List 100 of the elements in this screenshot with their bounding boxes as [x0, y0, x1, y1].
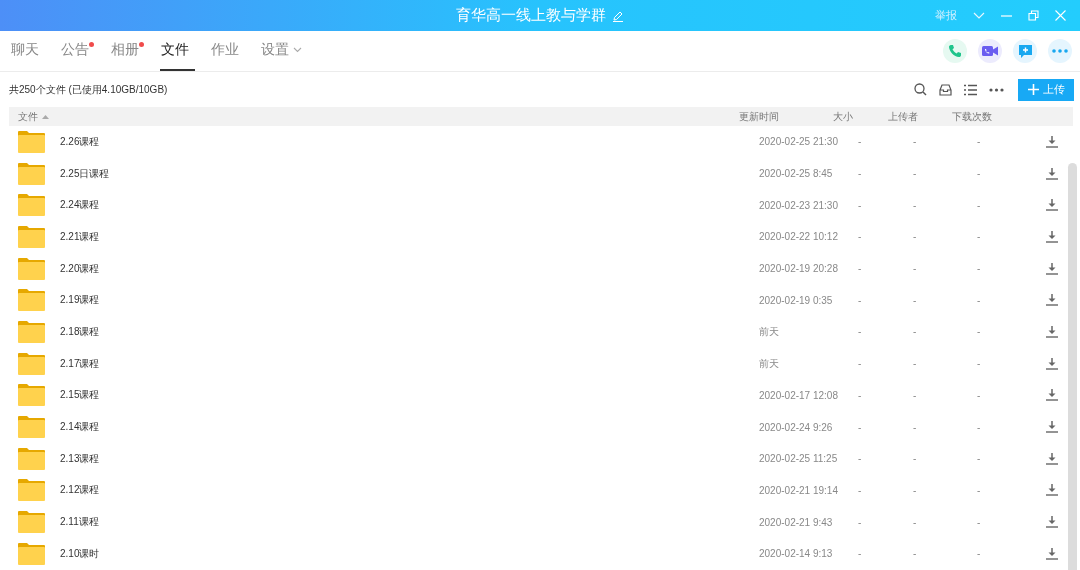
download-icon[interactable]	[1046, 452, 1058, 465]
video-call-button[interactable]	[978, 39, 1002, 63]
table-cell-text: -	[976, 516, 982, 528]
table-cell-text: -	[857, 136, 863, 148]
table-cell-text: -	[857, 326, 863, 338]
scrollbar[interactable]	[1068, 163, 1077, 570]
file-name[interactable]: 2.19课程	[60, 293, 759, 308]
video-camera-icon	[982, 45, 998, 57]
table-cell-text: -	[912, 136, 918, 148]
table-cell-text: -	[976, 326, 982, 338]
table-cell-text: -	[857, 294, 863, 306]
download-icon[interactable]	[1046, 167, 1058, 180]
file-name[interactable]: 2.21课程	[60, 229, 759, 244]
folder-icon	[18, 130, 45, 153]
table-cell-text: -	[912, 199, 918, 211]
folder-icon	[18, 162, 45, 185]
download-icon[interactable]	[1046, 421, 1058, 434]
download-icon[interactable]	[1046, 325, 1058, 338]
table-cell-text: -	[912, 358, 918, 370]
notification-dot	[89, 42, 94, 47]
table-cell-text: -	[976, 484, 982, 496]
table-cell-text: -	[976, 168, 982, 180]
column-header[interactable]: 大小	[833, 109, 888, 124]
folder-icon	[18, 225, 45, 248]
table-cell-text: -	[857, 516, 863, 528]
table-cell-text: -	[857, 389, 863, 401]
table-cell-text: 2020-02-19 0:35	[759, 294, 834, 306]
download-icon[interactable]	[1046, 516, 1058, 529]
file-name[interactable]: 2.25日课程	[60, 166, 759, 181]
file-name[interactable]: 2.26课程	[60, 134, 759, 149]
table-cell-text: -	[912, 326, 918, 338]
tab[interactable]: 聊天	[10, 31, 45, 71]
column-header[interactable]: 文件	[9, 109, 739, 124]
table-cell-text: 2020-02-25 11:25	[759, 453, 839, 465]
table-cell-text: -	[857, 199, 863, 211]
tab[interactable]: 公告	[60, 31, 95, 71]
table-cell-text: -	[912, 263, 918, 275]
inbox-icon[interactable]	[939, 83, 952, 96]
download-icon[interactable]	[1046, 262, 1058, 275]
table-cell-text: -	[976, 421, 982, 433]
file-name[interactable]: 2.18课程	[60, 324, 759, 339]
table-cell-text: 2020-02-17 12:08	[759, 389, 839, 401]
table-cell-text: 2020-02-25 21:30	[759, 136, 839, 148]
table-cell-text: 2020-02-22 10:12	[759, 231, 839, 243]
file-name[interactable]: 2.13课程	[60, 451, 759, 466]
add-message-button[interactable]	[1013, 39, 1037, 63]
plus-icon	[1027, 84, 1039, 95]
table-cell-text: 前天	[759, 356, 780, 371]
window-title: 育华高一线上教与学群	[456, 6, 606, 25]
download-icon[interactable]	[1046, 294, 1058, 307]
search-icon[interactable]	[914, 83, 927, 96]
column-header[interactable]: 下载次数	[952, 109, 1012, 124]
download-icon[interactable]	[1046, 135, 1058, 148]
table-cell-text: 2020-02-21 19:14	[759, 484, 839, 496]
table-cell-text: -	[912, 548, 918, 560]
folder-icon	[18, 352, 45, 375]
table-cell-text: -	[976, 136, 982, 148]
table-cell-text: 2020-02-19 20:28	[759, 263, 839, 275]
download-icon[interactable]	[1046, 230, 1058, 243]
table-cell-text: -	[976, 199, 982, 211]
column-header[interactable]: 上传者	[888, 109, 952, 124]
file-name[interactable]: 2.15课程	[60, 388, 759, 403]
file-name[interactable]: 2.20课程	[60, 261, 759, 276]
table-cell-text: -	[976, 231, 982, 243]
table-cell-text: 2020-02-25 8:45	[759, 168, 834, 180]
download-icon[interactable]	[1046, 484, 1058, 497]
table-cell-text: -	[857, 421, 863, 433]
folder-icon	[18, 479, 45, 502]
tab[interactable]: 相册	[110, 31, 145, 71]
tab[interactable]: 设置	[260, 31, 308, 71]
table-cell-text: -	[857, 168, 863, 180]
file-name[interactable]: 2.17课程	[60, 356, 759, 371]
notification-dot	[139, 42, 144, 47]
column-header[interactable]: 更新时间	[739, 109, 833, 124]
file-name[interactable]: 2.24课程	[60, 198, 759, 213]
more-icon	[1052, 49, 1068, 53]
file-name[interactable]: 2.11课程	[60, 515, 759, 530]
download-icon[interactable]	[1046, 389, 1058, 402]
table-cell-text: -	[976, 453, 982, 465]
download-icon[interactable]	[1046, 547, 1058, 560]
table-cell-text: -	[976, 263, 982, 275]
more-icon[interactable]	[989, 87, 1004, 92]
table-cell-text: 2020-02-21 9:43	[759, 516, 834, 528]
table-cell-text: -	[912, 231, 918, 243]
tab[interactable]: 文件	[160, 31, 195, 71]
table-cell-text: -	[912, 294, 918, 306]
file-name[interactable]: 2.14课程	[60, 420, 759, 435]
table-cell-text: -	[857, 548, 863, 560]
folder-icon	[18, 257, 45, 280]
tab[interactable]: 作业	[210, 31, 245, 71]
list-icon[interactable]	[964, 83, 977, 96]
download-icon[interactable]	[1046, 199, 1058, 212]
caret-icon	[293, 47, 302, 53]
file-name[interactable]: 2.10课时	[60, 546, 759, 561]
folder-icon	[18, 320, 45, 343]
download-icon[interactable]	[1046, 357, 1058, 370]
file-name[interactable]: 2.12课程	[60, 483, 759, 498]
table-cell-text: -	[912, 516, 918, 528]
table-cell-text: 2020-02-14 9:13	[759, 548, 834, 560]
table-cell-text: -	[857, 453, 863, 465]
